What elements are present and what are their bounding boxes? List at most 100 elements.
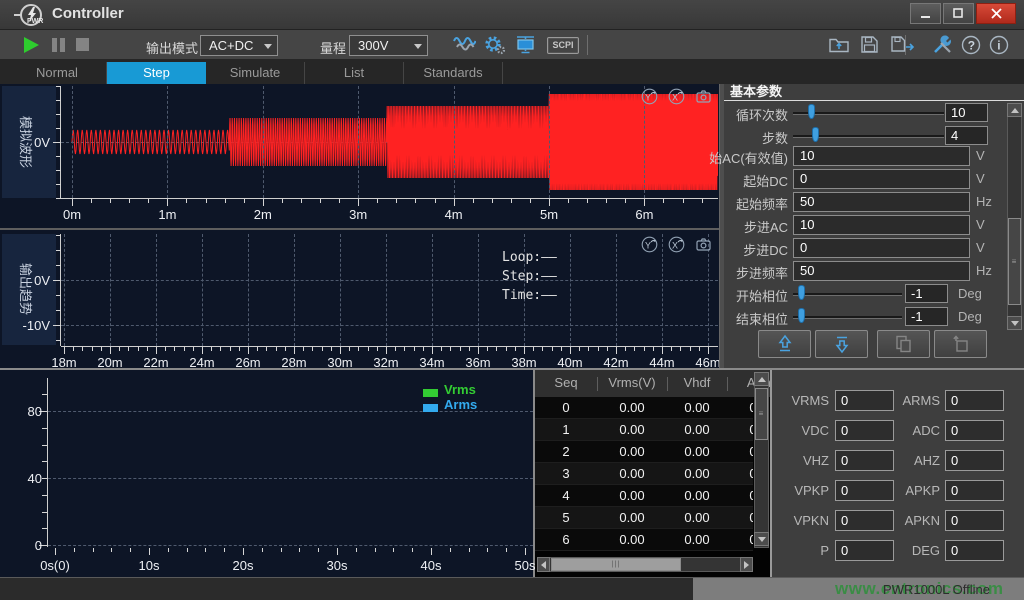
param-label: 步进AC: [744, 217, 788, 236]
param-slider-handle[interactable]: [808, 104, 815, 119]
x-tick-label: 10s: [126, 558, 172, 573]
legend-label-vrms: Vrms: [444, 382, 476, 397]
pause-button[interactable]: [52, 37, 70, 53]
tab-simulate[interactable]: Simulate: [206, 62, 305, 84]
scroll-down-button[interactable]: [754, 532, 769, 546]
y-tick: [56, 295, 61, 296]
save-button[interactable]: [860, 35, 884, 55]
scrollbar-thumb[interactable]: ≡: [1008, 218, 1021, 305]
param-input[interactable]: 0: [793, 169, 970, 189]
meas-label-vhz: VHZ: [772, 450, 829, 471]
param-input[interactable]: 0: [793, 238, 970, 258]
y-tick: [53, 142, 61, 143]
about-button[interactable]: i: [989, 35, 1013, 55]
stop-button[interactable]: [76, 37, 94, 53]
x-tick: [129, 199, 130, 203]
table-row[interactable]: 50.000.000.00: [535, 507, 753, 529]
x-tick: [206, 199, 207, 203]
y-autoscale-icon[interactable]: Y: [641, 88, 658, 105]
param-input[interactable]: 10: [793, 215, 970, 235]
table-cell: 3: [536, 466, 596, 481]
tab-step[interactable]: Step: [107, 62, 206, 84]
x-tick: [450, 548, 451, 552]
param-slider-track[interactable]: [793, 316, 902, 319]
scrollbar-thumb[interactable]: ≡: [755, 388, 768, 440]
table-row[interactable]: 30.000.000.00: [535, 463, 753, 485]
range-select[interactable]: 300V: [349, 35, 428, 56]
scroll-left-button[interactable]: [537, 557, 550, 572]
param-slider-track[interactable]: [793, 112, 944, 115]
param-input[interactable]: 10: [793, 146, 970, 166]
x-tick: [220, 347, 221, 351]
x-tick: [579, 347, 580, 351]
meas-field-apkp[interactable]: 0: [945, 480, 1004, 501]
scroll-up-button[interactable]: [1007, 103, 1022, 117]
settings-button[interactable]: [483, 35, 507, 55]
param-input[interactable]: 50: [793, 261, 970, 281]
param-label: 起始DC: [743, 171, 788, 190]
analog-plot: [61, 86, 718, 198]
param-input[interactable]: 50: [793, 192, 970, 212]
tab-list[interactable]: List: [305, 62, 404, 84]
maximize-button[interactable]: [943, 3, 974, 24]
x-autoscale-icon[interactable]: X: [668, 88, 685, 105]
output-mode-select[interactable]: AC+DC: [200, 35, 278, 56]
meas-field-apkn[interactable]: 0: [945, 510, 1004, 531]
scroll-up-button[interactable]: [754, 372, 769, 386]
move-down-button[interactable]: [815, 330, 868, 358]
scpi-button[interactable]: SCPI: [547, 37, 579, 54]
param-unit: V: [976, 148, 985, 163]
y-tick-label: 80: [12, 404, 42, 419]
meas-field-ahz[interactable]: 0: [945, 450, 1004, 471]
x-tick: [432, 347, 433, 354]
y-tick: [56, 156, 61, 157]
run-button[interactable]: [24, 37, 42, 53]
param-value-box[interactable]: 10: [945, 103, 988, 122]
tab-normal[interactable]: Normal: [8, 62, 107, 84]
snapshot-icon[interactable]: [695, 236, 712, 253]
x-tick: [699, 347, 700, 351]
x-tick: [205, 548, 206, 552]
param-slider-track[interactable]: [793, 293, 902, 296]
param-slider-handle[interactable]: [798, 285, 805, 300]
minimize-button[interactable]: [910, 3, 941, 24]
header-separator: [667, 377, 668, 391]
remote-display-button[interactable]: [514, 35, 538, 55]
x-autoscale-icon[interactable]: X: [668, 236, 685, 253]
x-tick: [73, 347, 74, 351]
param-value-box[interactable]: -1: [905, 284, 948, 303]
meas-field-adc[interactable]: 0: [945, 420, 1004, 441]
open-file-button[interactable]: [828, 35, 852, 55]
table-row[interactable]: 60.000.000.00: [535, 529, 753, 551]
close-button[interactable]: [976, 3, 1016, 24]
param-slider-handle[interactable]: [812, 127, 819, 142]
x-tick: [165, 347, 166, 351]
x-tick: [683, 199, 684, 203]
tools-button[interactable]: [931, 35, 955, 55]
table-row[interactable]: 00.000.000.00: [535, 397, 753, 419]
param-slider-handle[interactable]: [798, 308, 805, 323]
save-as-button[interactable]: [890, 35, 914, 55]
move-up-button[interactable]: [758, 330, 811, 358]
table-row[interactable]: 10.000.000.00: [535, 419, 753, 441]
param-value-box[interactable]: 4: [945, 126, 988, 145]
table-row[interactable]: 20.000.000.00: [535, 441, 753, 463]
legend-swatch-vrms: [423, 389, 438, 397]
scroll-down-button[interactable]: [1007, 316, 1022, 330]
x-gridline: [167, 86, 168, 198]
x-tick: [92, 347, 93, 351]
y-autoscale-icon[interactable]: Y: [641, 236, 658, 253]
x-gridline: [110, 234, 111, 346]
table-row[interactable]: 40.000.000.00: [535, 485, 753, 507]
snapshot-icon[interactable]: [695, 88, 712, 105]
waveform-view-button[interactable]: [452, 35, 476, 55]
x-tick: [395, 347, 396, 351]
param-value-box[interactable]: -1: [905, 307, 948, 326]
scrollbar-thumb[interactable]: |||: [551, 558, 681, 571]
meas-field-arms[interactable]: 0: [945, 390, 1004, 411]
tab-standards[interactable]: Standards: [404, 62, 503, 84]
x-tick: [101, 347, 102, 351]
scroll-right-button[interactable]: [740, 557, 753, 572]
help-button[interactable]: ?: [961, 35, 985, 55]
meas-field-deg[interactable]: 0: [945, 540, 1004, 561]
